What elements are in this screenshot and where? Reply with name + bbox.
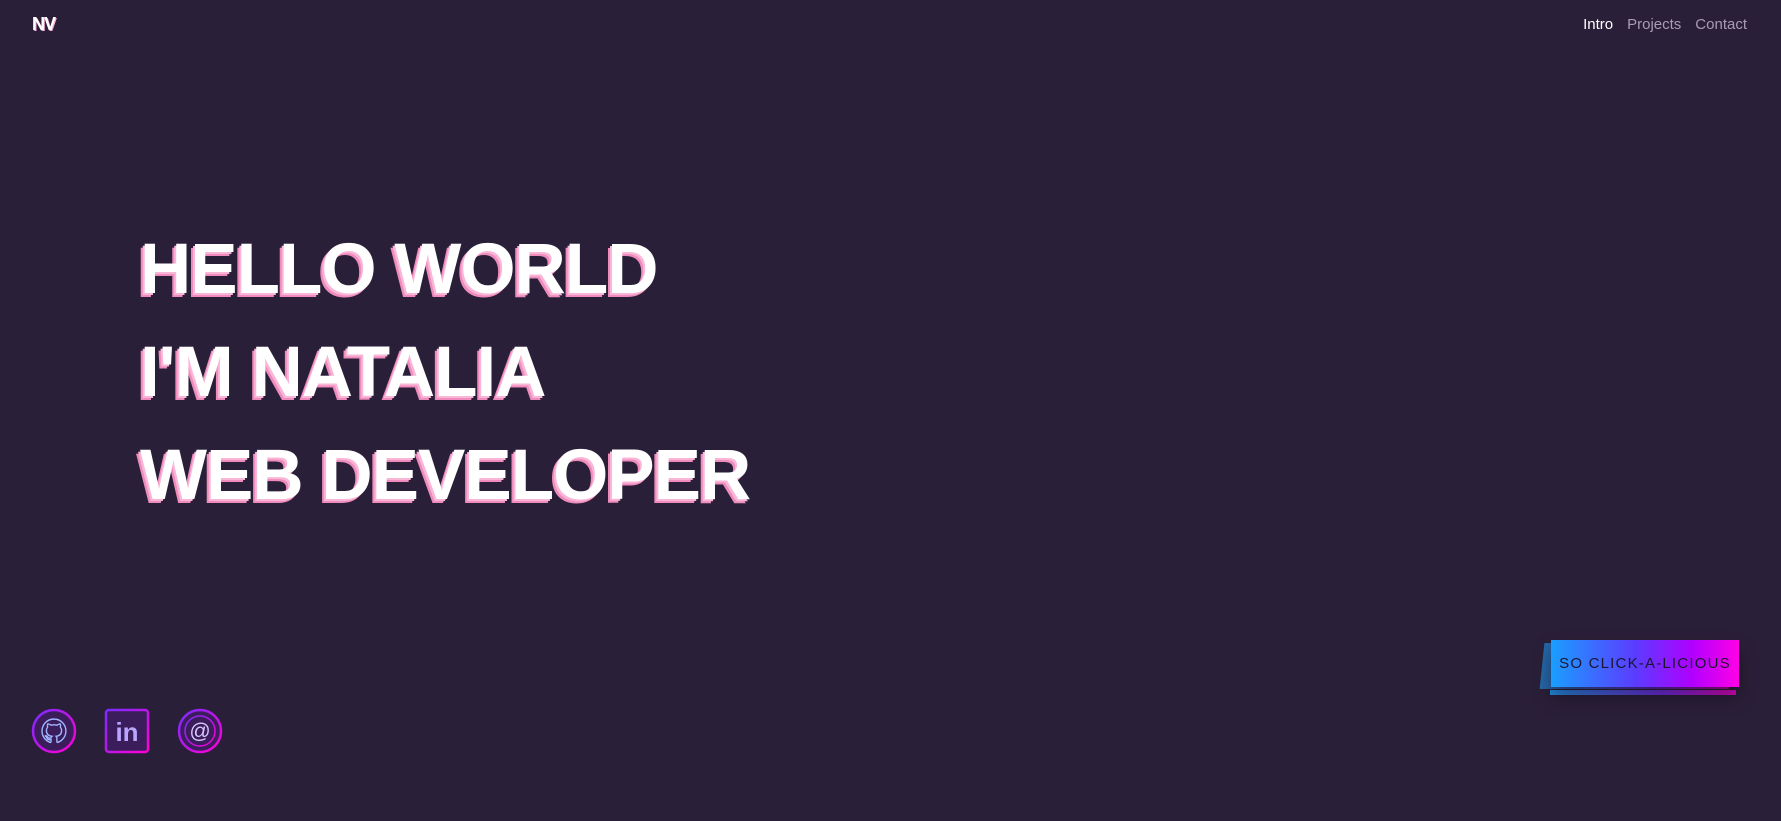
hero-line-greeting: HELLO WORLD [140, 230, 658, 309]
hero-heading: HELLO WORLD I'M NATALIA WEB DEVELOPER [140, 218, 751, 527]
logo[interactable]: NV [32, 14, 56, 35]
github-link[interactable] [31, 708, 77, 754]
linkedin-link[interactable]: in [104, 708, 150, 754]
hero-line-title: WEB DEVELOPER [140, 436, 751, 515]
cta-button[interactable]: SO CLICK-A-LICIOUS [1551, 640, 1739, 687]
cta-wrapper: SO CLICK-A-LICIOUS [1539, 640, 1739, 700]
email-link[interactable]: @ [177, 708, 223, 754]
nav-item-intro[interactable]: Intro [1583, 16, 1613, 33]
svg-text:in: in [115, 717, 138, 747]
at-sign-icon: @ [177, 708, 223, 754]
svg-text:@: @ [189, 720, 210, 743]
cta-bottom-edge [1550, 690, 1736, 695]
nav-item-projects[interactable]: Projects [1627, 16, 1681, 33]
github-icon [31, 708, 77, 754]
social-links: in @ [31, 708, 223, 754]
linkedin-icon: in [104, 708, 150, 754]
page: NV Intro Projects Contact HELLO WORLD I'… [0, 0, 1781, 821]
nav-item-contact[interactable]: Contact [1695, 16, 1747, 33]
main-nav: Intro Projects Contact [1583, 16, 1747, 33]
hero-line-name: I'M NATALIA [140, 333, 547, 412]
